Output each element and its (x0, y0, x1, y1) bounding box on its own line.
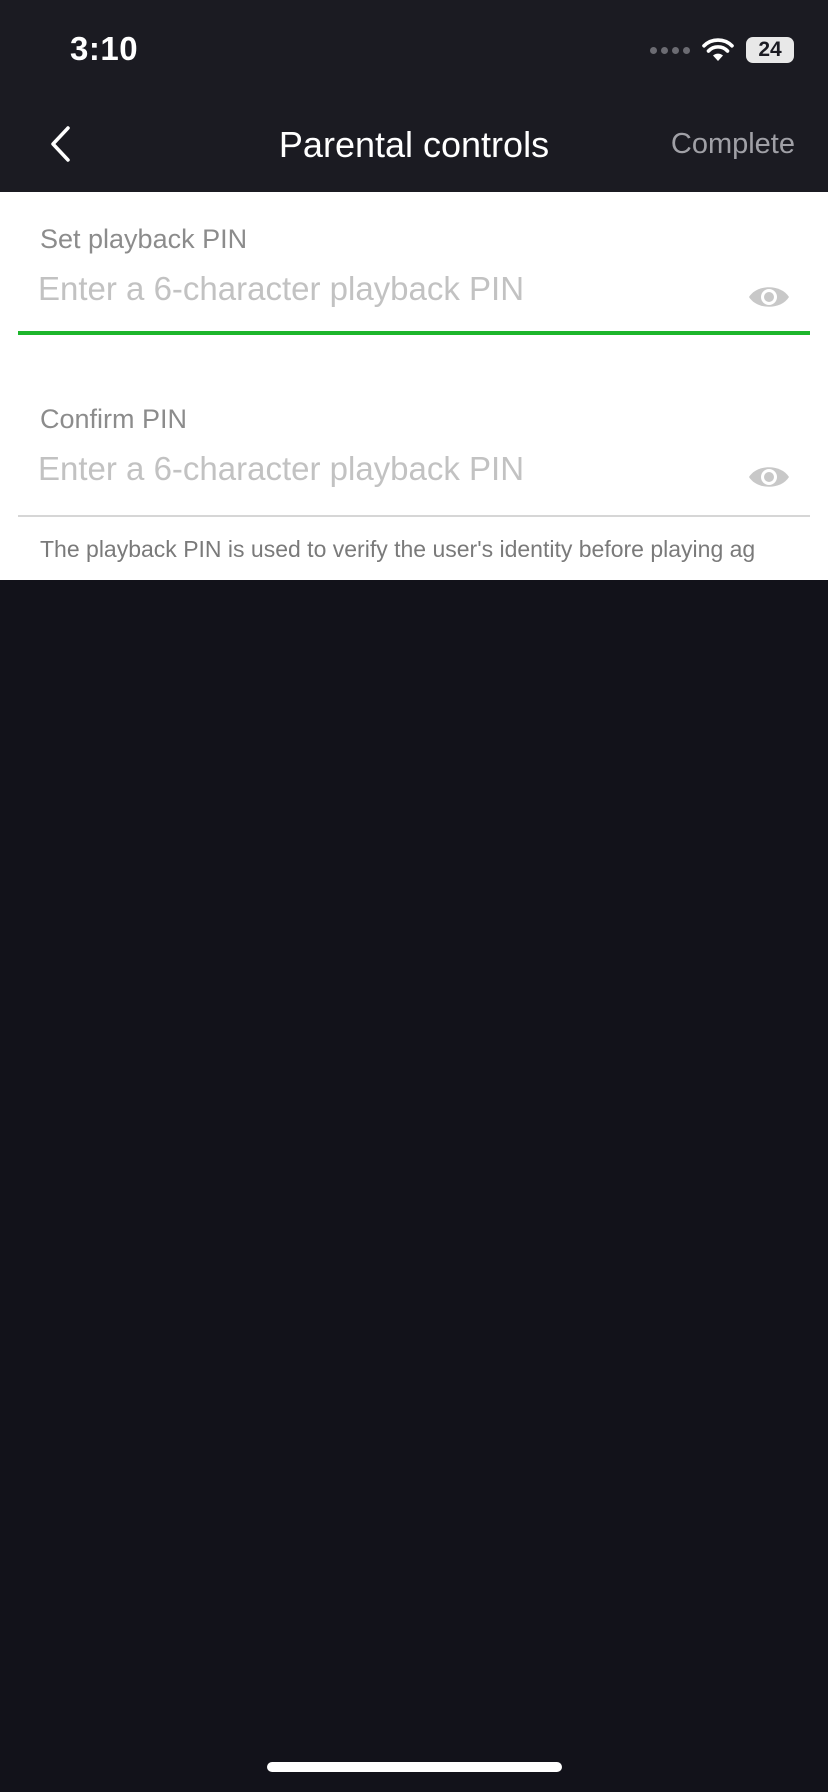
home-indicator (267, 1762, 562, 1772)
nav-bar: Parental controls Complete (0, 96, 828, 192)
status-time: 3:10 (70, 30, 139, 67)
set-pin-input[interactable] (38, 264, 718, 314)
wifi-icon (702, 38, 734, 61)
pin-form: Set playback PIN Confirm PIN The playbac… (0, 192, 828, 580)
status-bar: 3:10 24 (0, 0, 828, 96)
confirm-pin-label: Confirm PIN (40, 404, 188, 434)
screen: 3:10 24 Parental controls Complete Set p… (0, 0, 828, 1792)
battery-icon: 24 (746, 37, 794, 63)
complete-button[interactable]: Complete (671, 128, 795, 161)
confirm-pin-input[interactable] (38, 444, 718, 494)
set-pin-label: Set playback PIN (40, 224, 248, 254)
cellular-dots-icon (650, 46, 690, 54)
set-pin-visibility-toggle[interactable] (746, 280, 792, 314)
battery-level: 24 (758, 38, 782, 61)
confirm-pin-underline (18, 515, 810, 517)
eye-icon (749, 287, 789, 307)
eye-icon (749, 467, 789, 487)
confirm-pin-visibility-toggle[interactable] (746, 460, 792, 494)
status-icons: 24 (650, 34, 794, 66)
set-pin-underline (18, 331, 810, 335)
pin-hint-text: The playback PIN is used to verify the u… (40, 536, 756, 562)
